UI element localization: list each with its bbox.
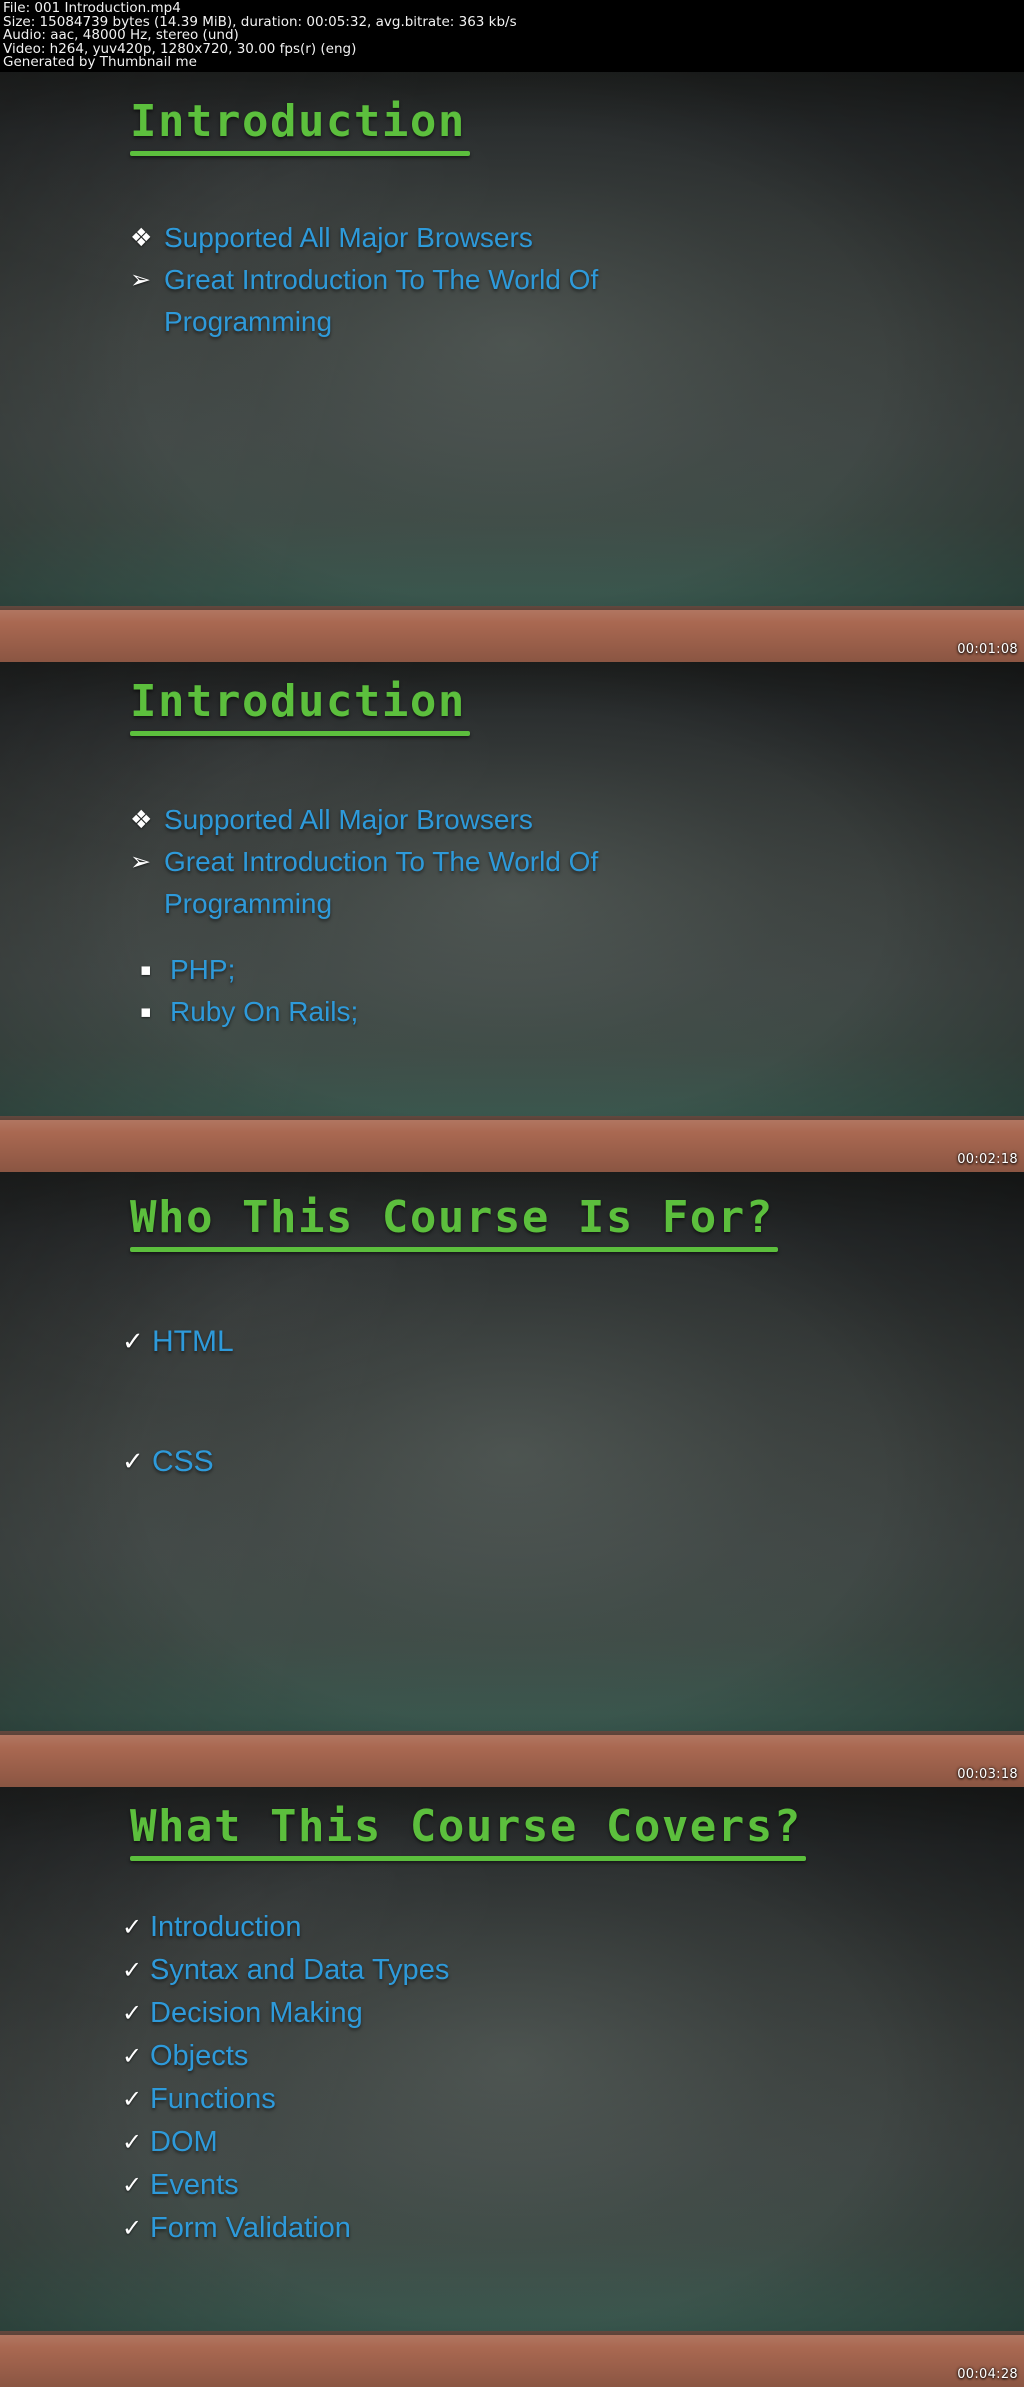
title-underline-3 <box>130 1247 778 1252</box>
check-bullet-icon: ✓ <box>122 2214 143 2242</box>
slide-title-1: Introduction <box>130 100 470 156</box>
list-item: ❖ Supported All Major Browsers <box>130 802 950 838</box>
check-bullet-icon: ✓ <box>122 1913 143 1941</box>
bullet-text: PHP; <box>170 954 236 985</box>
check-bullet-icon: ✓ <box>122 2042 143 2070</box>
bullet-list-4: ✓ Introduction ✓ Syntax and Data Types ✓… <box>122 1909 942 2253</box>
wood-floor-2 <box>0 1116 1024 1172</box>
bullet-text: Great Introduction To The World Of <box>164 846 599 877</box>
slide-title-text-2: Introduction <box>130 676 466 727</box>
slide-title-2: Introduction <box>130 680 470 736</box>
slide-title-3: Who This Course Is For? <box>130 1196 778 1252</box>
check-bullet-icon: ✓ <box>122 1327 144 1357</box>
thumbnail-sheet: File: 001 Introduction.mp4 Size: 1508473… <box>0 0 1024 2387</box>
slide-thumbnail-4[interactable]: What This Course Covers? ✓ Introduction … <box>0 1787 1024 2387</box>
bullet-list-2: ❖ Supported All Major Browsers ➢ Great I… <box>130 802 950 928</box>
list-item: ▪ Ruby On Rails; <box>140 994 960 1030</box>
bullet-text: Events <box>150 2169 239 2201</box>
list-item: ✓ Functions <box>122 2081 942 2118</box>
wood-floor-1 <box>0 606 1024 662</box>
bullet-text: CSS <box>152 1445 214 1478</box>
check-bullet-icon: ✓ <box>122 1999 143 2027</box>
bullet-text: Objects <box>150 2040 249 2072</box>
slide-title-4: What This Course Covers? <box>130 1805 806 1861</box>
list-item: Programming <box>130 304 950 340</box>
square-bullet-icon: ▪ <box>140 1002 152 1022</box>
floor-sheen-2 <box>0 1116 1024 1172</box>
bullet-list-3: ✓ HTML ✓ CSS <box>122 1322 942 1488</box>
timestamp-overlay-1: 00:01:08 <box>957 642 1018 657</box>
timestamp-overlay-4: 00:04:28 <box>957 2367 1018 2382</box>
bullet-text: Supported All Major Browsers <box>164 222 533 253</box>
slide-thumbnail-1[interactable]: Introduction ❖ Supported All Major Brows… <box>0 72 1024 662</box>
wood-floor-4 <box>0 2331 1024 2387</box>
slide-thumbnail-3[interactable]: Who This Course Is For? ✓ HTML ✓ CSS 00:… <box>0 1172 1024 1787</box>
bullet-text: Decision Making <box>150 1997 363 2029</box>
list-item: ✓ Introduction <box>122 1909 942 1946</box>
title-underline-4 <box>130 1856 806 1861</box>
bullet-list-1: ❖ Supported All Major Browsers ➢ Great I… <box>130 220 950 346</box>
check-bullet-icon: ✓ <box>122 2171 143 2199</box>
check-bullet-icon: ✓ <box>122 1956 143 1984</box>
bullet-text: Programming <box>164 306 333 337</box>
timestamp-overlay-3: 00:03:18 <box>957 1767 1018 1782</box>
diamond-bullet-icon: ❖ <box>130 805 153 834</box>
list-item: ✓ Syntax and Data Types <box>122 1952 942 1989</box>
list-item: ▪ PHP; <box>140 952 960 988</box>
slide-thumbnail-2[interactable]: Introduction ❖ Supported All Major Brows… <box>0 662 1024 1172</box>
square-bullet-icon: ▪ <box>140 960 152 980</box>
video-metadata-header: File: 001 Introduction.mp4 Size: 1508473… <box>0 0 1024 72</box>
list-item: ➢ Great Introduction To The World Of <box>130 262 950 298</box>
meta-line-generator: Generated by Thumbnail me <box>3 54 197 71</box>
list-item: ❖ Supported All Major Browsers <box>130 220 950 256</box>
arrow-bullet-icon: ➢ <box>130 265 151 294</box>
bullet-text: Form Validation <box>150 2212 351 2244</box>
bullet-text: HTML <box>152 1325 234 1358</box>
floor-sheen-1 <box>0 606 1024 662</box>
bullet-text: DOM <box>150 2126 218 2158</box>
list-item: Programming <box>130 886 950 922</box>
list-item: ✓ Objects <box>122 2038 942 2075</box>
title-underline-2 <box>130 731 470 736</box>
slide-title-text-4: What This Course Covers? <box>130 1801 802 1852</box>
list-item: ➢ Great Introduction To The World Of <box>130 844 950 880</box>
bullet-text: Supported All Major Browsers <box>164 804 533 835</box>
timestamp-overlay-2: 00:02:18 <box>957 1152 1018 1167</box>
slide-title-text-3: Who This Course Is For? <box>130 1192 774 1243</box>
diamond-bullet-icon: ❖ <box>130 223 153 252</box>
bullet-text: Programming <box>164 888 333 919</box>
bullet-text: Ruby On Rails; <box>170 996 359 1027</box>
list-item: ✓ HTML <box>122 1322 942 1362</box>
list-item: ✓ CSS <box>122 1442 942 1482</box>
floor-sheen-3 <box>0 1731 1024 1787</box>
bullet-text: Functions <box>150 2083 276 2115</box>
title-underline-1 <box>130 151 470 156</box>
chalkboard-background-1 <box>0 72 1024 662</box>
check-bullet-icon: ✓ <box>122 1447 144 1477</box>
slide-title-text-1: Introduction <box>130 96 466 147</box>
list-item: ✓ Events <box>122 2167 942 2204</box>
sub-bullet-list-2: ▪ PHP; ▪ Ruby On Rails; <box>140 952 960 1036</box>
check-bullet-icon: ✓ <box>122 2085 143 2113</box>
bullet-text: Great Introduction To The World Of <box>164 264 599 295</box>
list-item: ✓ Form Validation <box>122 2210 942 2247</box>
check-bullet-icon: ✓ <box>122 2128 143 2156</box>
arrow-bullet-icon: ➢ <box>130 847 151 876</box>
list-item: ✓ Decision Making <box>122 1995 942 2032</box>
floor-sheen-4 <box>0 2331 1024 2387</box>
bullet-text: Syntax and Data Types <box>150 1954 450 1986</box>
wood-floor-3 <box>0 1731 1024 1787</box>
bullet-text: Introduction <box>150 1911 302 1943</box>
list-item: ✓ DOM <box>122 2124 942 2161</box>
